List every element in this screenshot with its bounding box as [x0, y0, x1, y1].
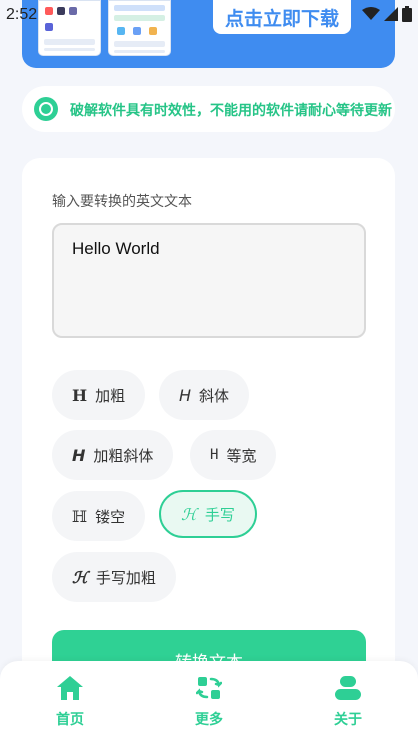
chip-label: 镂空 [95, 507, 126, 526]
style-chip-script-bold[interactable]: ℋ 手写加粗 [52, 552, 176, 602]
status-icons [362, 6, 412, 22]
nav-label-more: 更多 [195, 712, 223, 728]
nav-label-home: 首页 [56, 712, 84, 728]
style-chip-monospace[interactable]: H 等宽 [190, 430, 277, 480]
style-chip-bold[interactable]: H 加粗 [52, 370, 146, 420]
chip-label: 等宽 [226, 446, 257, 465]
style-chip-italic[interactable]: H 斜体 [159, 370, 250, 420]
status-time: 2:52 [6, 6, 38, 23]
style-chip-outline[interactable]: ℍ 镂空 [52, 491, 146, 541]
notice-bar: 破解软件具有时效性，不能用的软件请耐心等待更新 [22, 86, 395, 132]
monospace-glyph-icon: H [210, 447, 219, 463]
converter-card: 输入要转换的英文文本 Hello World H 加粗 H 斜体 H 加粗斜体 … [22, 158, 395, 743]
battery-icon [402, 6, 412, 22]
chip-label: 加粗斜体 [93, 446, 154, 465]
nav-label-about: 关于 [334, 712, 362, 728]
refresh-icon [196, 677, 222, 699]
user-icon [335, 676, 361, 700]
bold-italic-glyph-icon: H [72, 445, 86, 465]
chip-label: 手写加粗 [95, 568, 156, 587]
style-chip-script[interactable]: ℋ 手写 [159, 490, 257, 538]
chip-label: 手写 [204, 505, 235, 524]
script-bold-glyph-icon: ℋ [72, 567, 88, 587]
notice-text: 破解软件具有时效性，不能用的软件请耐心等待更新 [70, 103, 392, 119]
download-banner[interactable]: 点击立即下载 [22, 0, 395, 68]
signal-icon [384, 7, 398, 21]
app-preview-thumbnail [108, 0, 171, 56]
nav-item-about[interactable]: 关于 [318, 675, 378, 729]
chip-label: 斜体 [199, 386, 230, 405]
download-now-label: 点击立即下载 [224, 7, 339, 30]
app-preview-thumbnail [38, 0, 101, 56]
nav-item-home[interactable]: 首页 [40, 675, 100, 729]
script-glyph-icon: ℋ [181, 504, 197, 524]
style-chip-bold-italic[interactable]: H 加粗斜体 [52, 430, 174, 480]
download-now-button[interactable]: 点击立即下载 [213, 0, 351, 34]
outline-glyph-icon: ℍ [72, 506, 88, 526]
notice-icon [34, 97, 58, 121]
english-text-input[interactable]: Hello World [52, 223, 366, 338]
bottom-navigation: 首页 更多 关于 [0, 661, 418, 743]
home-icon [57, 676, 83, 700]
chip-label: 加粗 [95, 386, 126, 405]
input-label: 输入要转换的英文文本 [52, 194, 192, 210]
bold-glyph-icon: H [72, 385, 88, 405]
wifi-icon [362, 7, 380, 20]
italic-glyph-icon: H [179, 385, 192, 405]
nav-item-more[interactable]: 更多 [179, 675, 239, 729]
